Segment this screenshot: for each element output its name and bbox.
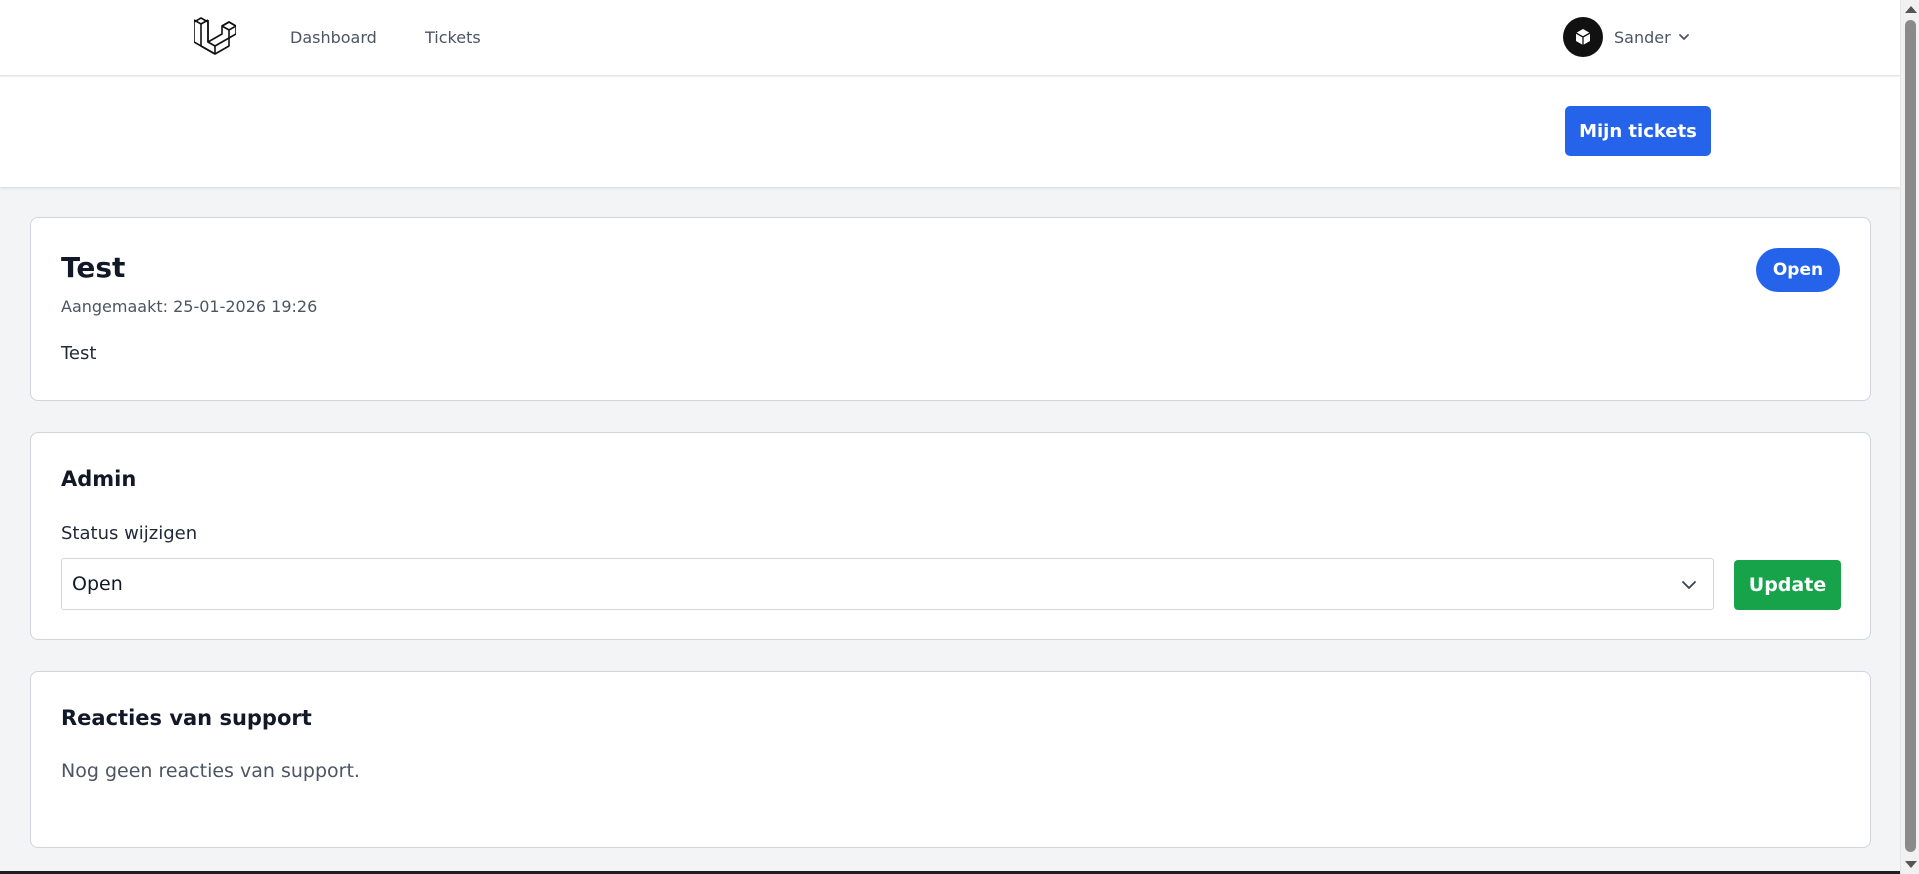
chevron-down-icon xyxy=(1678,34,1689,40)
status-select[interactable]: Open xyxy=(61,558,1714,610)
ticket-title: Test xyxy=(61,251,126,284)
no-replies-message: Nog geen reacties van support. xyxy=(61,760,360,782)
app-window: Dashboard Tickets Sander Mijn tickets Te… xyxy=(0,0,1919,874)
vertical-scrollbar[interactable] xyxy=(1900,0,1919,874)
scroll-up-icon[interactable] xyxy=(1905,6,1917,13)
top-navigation: Dashboard Tickets Sander xyxy=(0,0,1900,76)
admin-section-title: Admin xyxy=(61,467,137,491)
update-button[interactable]: Update xyxy=(1734,560,1841,610)
ticket-card: Test Aangemaakt: 25-01-2026 19:26 Test O… xyxy=(30,217,1871,401)
cube-icon xyxy=(1575,29,1591,45)
my-tickets-button[interactable]: Mijn tickets xyxy=(1565,106,1711,156)
nav-link-dashboard[interactable]: Dashboard xyxy=(290,28,377,47)
replies-section-title: Reacties van support xyxy=(61,706,312,730)
support-replies-card: Reacties van support Nog geen reacties v… xyxy=(30,671,1871,848)
admin-card: Admin Status wijzigen Open Update xyxy=(30,432,1871,640)
laravel-logo-icon[interactable] xyxy=(193,16,237,58)
nav-link-tickets[interactable]: Tickets xyxy=(425,28,481,47)
user-name: Sander xyxy=(1614,27,1671,47)
status-badge: Open xyxy=(1756,248,1840,292)
status-field-label: Status wijzigen xyxy=(61,523,198,544)
page-header: Mijn tickets xyxy=(0,77,1900,187)
ticket-created-date: Aangemaakt: 25-01-2026 19:26 xyxy=(61,297,318,316)
scrollbar-thumb[interactable] xyxy=(1905,20,1916,852)
status-select-value: Open xyxy=(72,573,123,595)
chevron-down-icon xyxy=(1682,581,1696,589)
avatar xyxy=(1563,17,1603,57)
ticket-description: Test xyxy=(61,343,97,364)
scroll-down-icon[interactable] xyxy=(1905,861,1917,868)
user-menu[interactable]: Sander xyxy=(1563,16,1691,58)
